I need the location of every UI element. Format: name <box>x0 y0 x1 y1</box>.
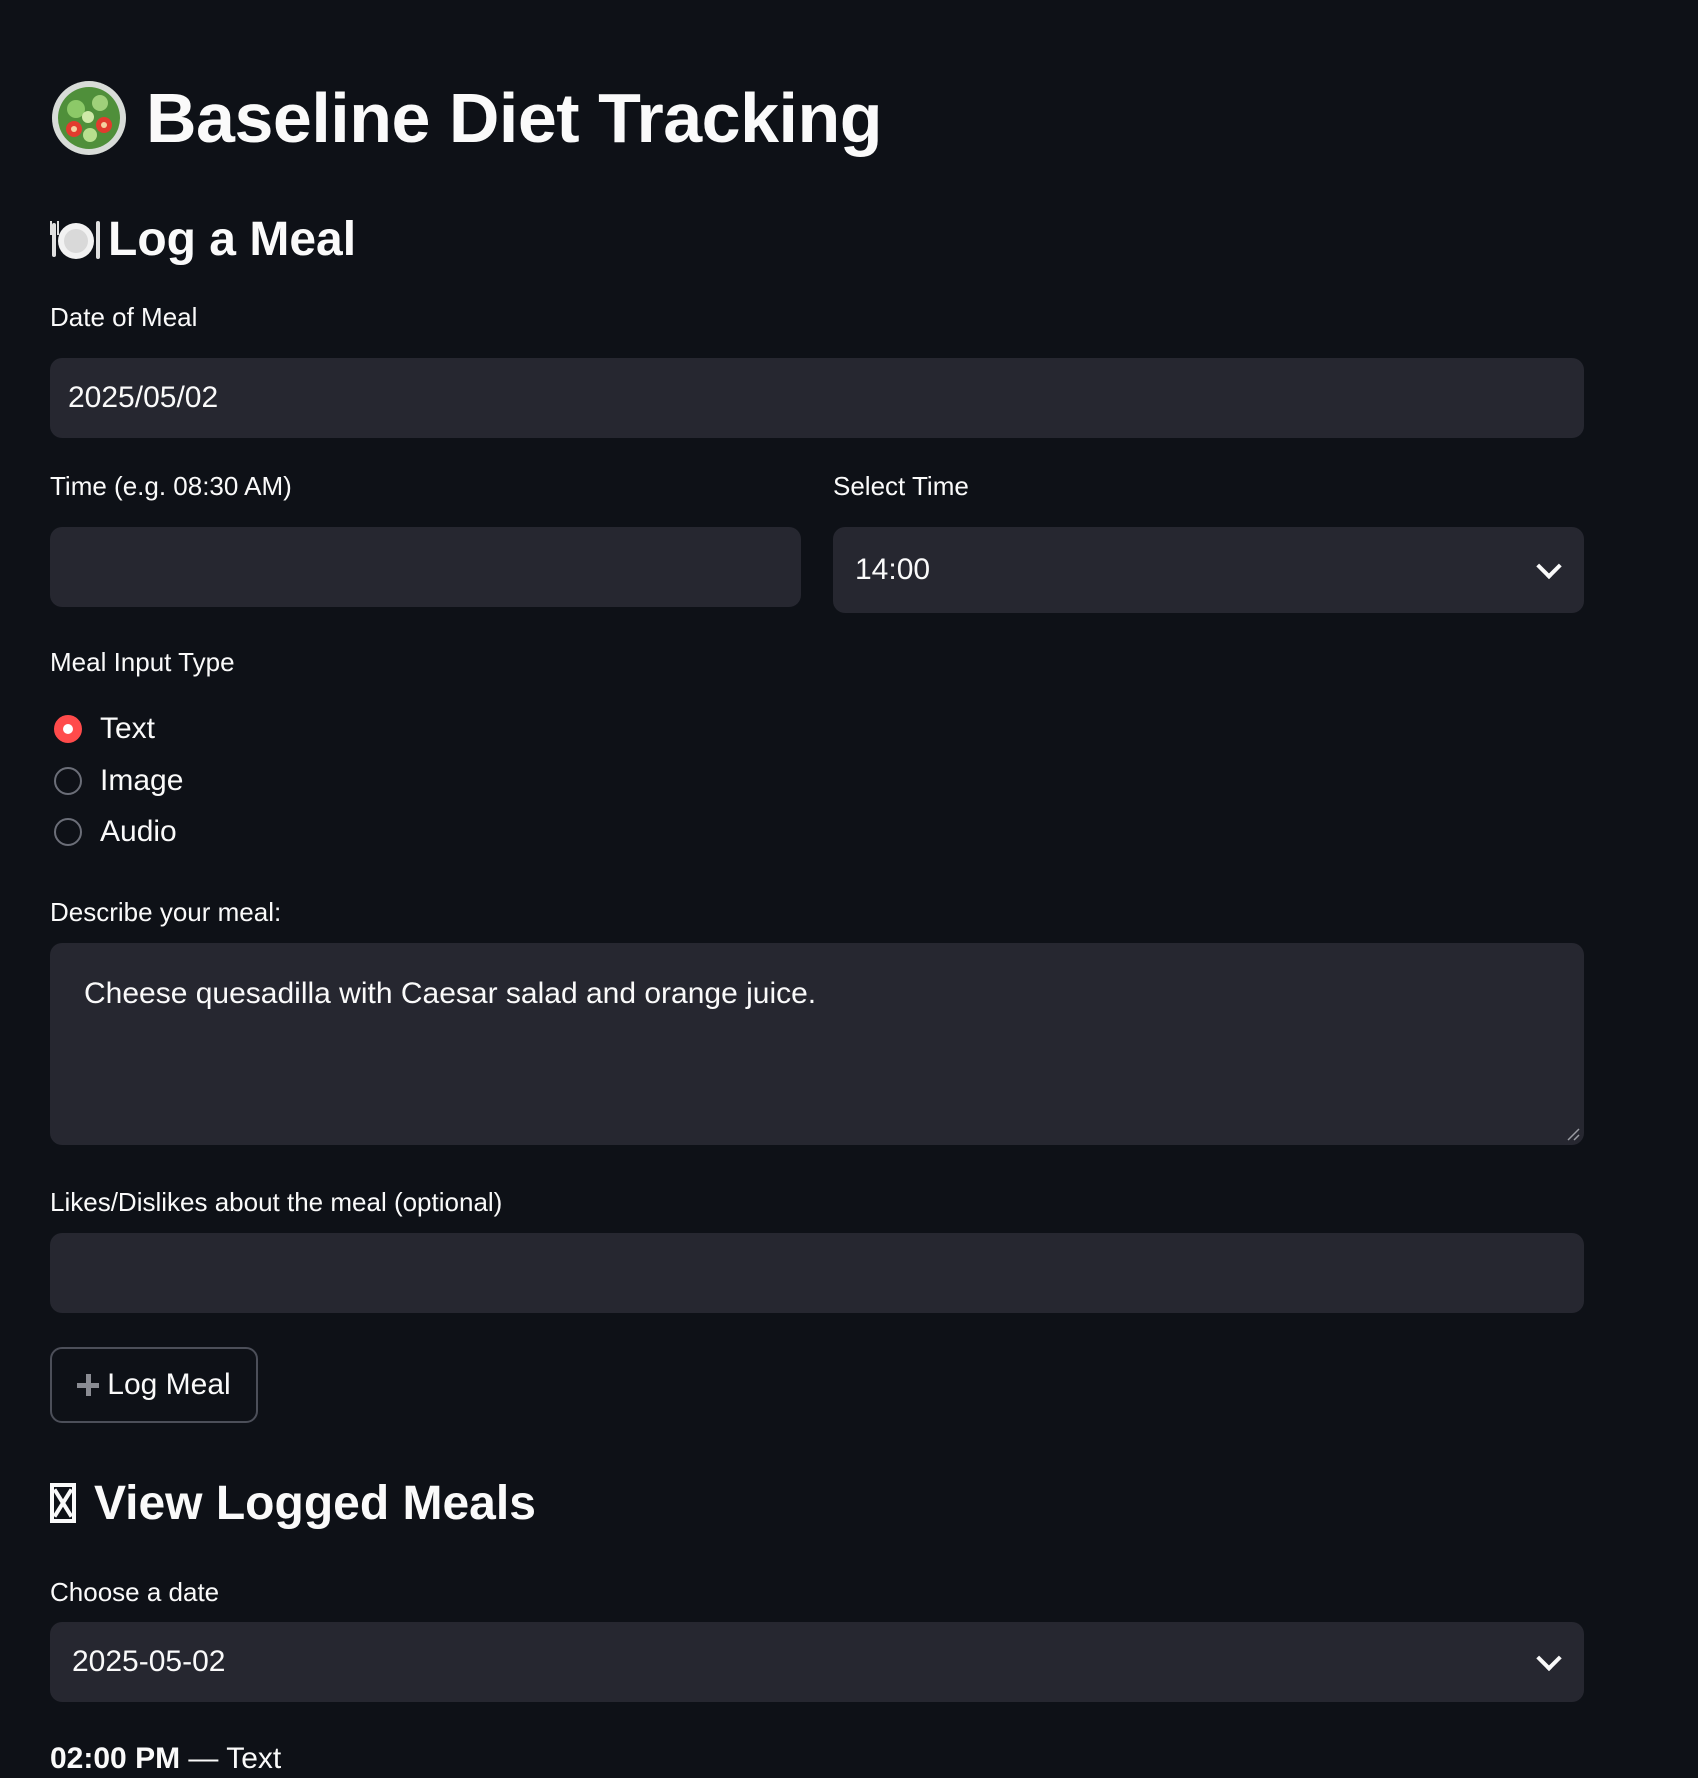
radio-label-text: Text <box>100 712 156 745</box>
log-meal-button-label: Log Meal <box>107 1368 231 1401</box>
log-meal-heading: Log a Meal <box>50 208 356 270</box>
date-of-meal-input[interactable] <box>50 358 1584 438</box>
logged-meal-time: 02:00 PM <box>50 1742 181 1775</box>
likes-dislikes-value[interactable] <box>68 1256 1584 1290</box>
radio-checked-icon[interactable] <box>54 715 82 743</box>
radio-option-text[interactable]: Text <box>54 709 155 749</box>
radio-option-image[interactable]: Image <box>54 761 183 801</box>
choose-date-dropdown[interactable]: 2025-05-02 <box>50 1622 1584 1702</box>
meal-input-type-label: Meal Input Type <box>50 647 235 677</box>
choose-date-label: Choose a date <box>50 1577 220 1607</box>
describe-meal-label: Describe your meal: <box>50 897 282 927</box>
describe-meal-textarea[interactable]: Cheese quesadilla with Caesar salad and … <box>50 943 1584 1145</box>
view-logged-meals-heading-text: View Logged Meals <box>94 1476 536 1530</box>
choose-date-value: 2025-05-02 <box>72 1645 226 1678</box>
missing-glyph-icon <box>50 1483 76 1523</box>
view-logged-meals-heading: View Logged Meals <box>50 1472 536 1534</box>
radio-unchecked-icon[interactable] <box>54 818 82 846</box>
radio-unchecked-icon[interactable] <box>54 767 82 795</box>
log-meal-heading-text: Log a Meal <box>108 212 357 266</box>
logged-meal-entry-heading: 02:00 PM — Text <box>50 1742 281 1776</box>
log-meal-button[interactable]: Log Meal <box>50 1347 258 1423</box>
page-title: Baseline Diet Tracking <box>50 68 882 168</box>
select-time-label: Select Time <box>833 471 969 501</box>
select-time-dropdown[interactable]: 14:00 <box>833 527 1584 613</box>
radio-label-image: Image <box>100 764 184 797</box>
time-input[interactable] <box>50 527 801 607</box>
radio-label-audio: Audio <box>100 815 177 848</box>
logged-meal-separator: — <box>180 1742 227 1775</box>
time-label: Time (e.g. 08:30 AM) <box>50 471 292 501</box>
app-title: Baseline Diet Tracking <box>146 79 882 157</box>
describe-meal-value: Cheese quesadilla with Caesar salad and … <box>84 977 817 1010</box>
chevron-down-icon <box>1536 1645 1562 1672</box>
select-time-value: 14:00 <box>855 553 931 586</box>
resize-grip-icon[interactable] <box>1566 1127 1580 1141</box>
plus-icon <box>77 1374 100 1396</box>
time-value[interactable] <box>68 550 801 584</box>
chevron-down-icon <box>1536 553 1562 580</box>
likes-dislikes-label: Likes/Dislikes about the meal (optional) <box>50 1187 503 1217</box>
date-of-meal-label: Date of Meal <box>50 302 198 332</box>
logged-meal-type: Text <box>226 1742 282 1775</box>
likes-dislikes-input[interactable] <box>50 1233 1584 1313</box>
radio-option-audio[interactable]: Audio <box>54 812 177 852</box>
green-salad-icon <box>52 81 126 155</box>
plate-with-cutlery-icon <box>50 221 100 259</box>
date-of-meal-value[interactable] <box>68 381 1584 415</box>
